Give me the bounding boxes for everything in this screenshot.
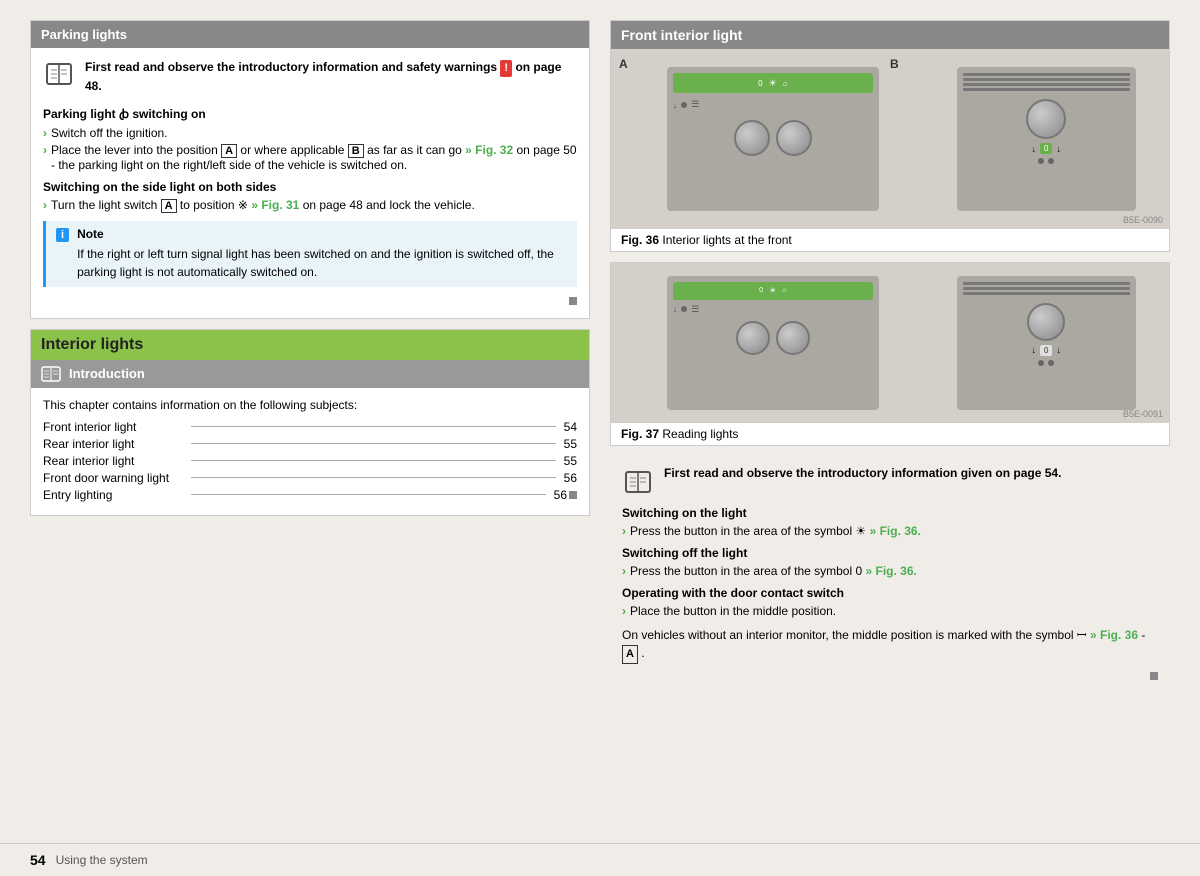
fig-36-caption: Fig. 36 Interior lights at the front bbox=[611, 229, 1169, 251]
fig-36-image: A B 0 ☀ ⌂ ↓ ☰ bbox=[611, 49, 1169, 229]
interior-lights-section: Interior lights Introduction This chapte… bbox=[30, 329, 590, 516]
interior-lights-header: Interior lights bbox=[31, 330, 589, 360]
right-main-content: First read and observe the introductory … bbox=[610, 456, 1170, 693]
label-a: A bbox=[619, 57, 628, 71]
toc-list: Front interior light 54 Rear interior li… bbox=[43, 420, 577, 502]
extra-text: On vehicles without an interior monitor,… bbox=[622, 626, 1158, 664]
toc-item-1: Front interior light 54 bbox=[43, 420, 577, 434]
reading-light-warning: First read and observe the introductory … bbox=[622, 466, 1158, 498]
page-number: 54 bbox=[30, 852, 46, 868]
toc-item-5: Entry lighting 56 bbox=[43, 488, 577, 502]
label-b: B bbox=[890, 57, 899, 71]
warning-text: First read and observe the introductory … bbox=[85, 58, 577, 95]
front-interior-light-section: Front interior light A B 0 ☀ ⌂ ↓ bbox=[610, 20, 1170, 252]
side-light-step: Turn the light switch A to position ※ » … bbox=[43, 198, 577, 213]
front-light-header: Front interior light bbox=[611, 21, 1169, 49]
side-light-heading: Switching on the side light on both side… bbox=[43, 180, 577, 194]
info-icon: i bbox=[56, 228, 69, 242]
intro-header: Introduction bbox=[31, 360, 589, 388]
note-text: If the right or left turn signal light h… bbox=[77, 245, 567, 281]
page-footer: 54 Using the system bbox=[0, 843, 1200, 876]
toc-item-4: Front door warning light 56 bbox=[43, 471, 577, 485]
left-column: Parking lights bbox=[30, 20, 590, 823]
parking-content: First read and observe the introductory … bbox=[31, 48, 589, 318]
note-heading: Note bbox=[77, 227, 567, 241]
intro-text: This chapter contains information on the… bbox=[43, 398, 577, 412]
fig-37-caption: Fig. 37 Reading lights bbox=[611, 423, 1169, 445]
warning-box: First read and observe the introductory … bbox=[43, 58, 577, 95]
step-1: Switch off the ignition. bbox=[43, 126, 577, 140]
book-icon-right bbox=[622, 466, 654, 498]
toc-item-2: Rear interior light 55 bbox=[43, 437, 577, 451]
page-content: Parking lights bbox=[0, 0, 1200, 843]
fig-37-image: 0 ☀ ⌂ ↓ ☰ bbox=[611, 263, 1169, 423]
note-box: i Note If the right or left turn signal … bbox=[43, 221, 577, 287]
red-badge: ! bbox=[500, 60, 512, 77]
switch-on-step: Press the button in the area of the symb… bbox=[622, 524, 1158, 538]
right-intro-text: First read and observe the introductory … bbox=[664, 466, 1061, 480]
toc-item-3: Rear interior light 55 bbox=[43, 454, 577, 468]
step-2: Place the lever into the position A or w… bbox=[43, 143, 577, 172]
parking-lights-section: Parking lights bbox=[30, 20, 590, 319]
parking-lights-header: Parking lights bbox=[31, 21, 589, 48]
door-heading: Operating with the door contact switch bbox=[622, 586, 1158, 600]
footer-section-label: Using the system bbox=[56, 853, 148, 867]
fig-37-section: 0 ☀ ⌂ ↓ ☰ bbox=[610, 262, 1170, 446]
switch-on-heading: Switching on the light bbox=[622, 506, 1158, 520]
right-column: Front interior light A B 0 ☀ ⌂ ↓ bbox=[610, 20, 1170, 823]
intro-content: This chapter contains information on the… bbox=[31, 388, 589, 515]
switch-off-heading: Switching off the light bbox=[622, 546, 1158, 560]
door-step: Place the button in the middle position. bbox=[622, 604, 1158, 618]
bse-0091-label: B5E-0091 bbox=[1123, 409, 1163, 419]
parking-on-heading: Parking light ꞗ switching on bbox=[43, 105, 577, 122]
book-icon bbox=[43, 58, 75, 90]
bse-0090-label: B5E-0090 bbox=[1123, 215, 1163, 225]
switch-off-step: Press the button in the area of the symb… bbox=[622, 564, 1158, 578]
